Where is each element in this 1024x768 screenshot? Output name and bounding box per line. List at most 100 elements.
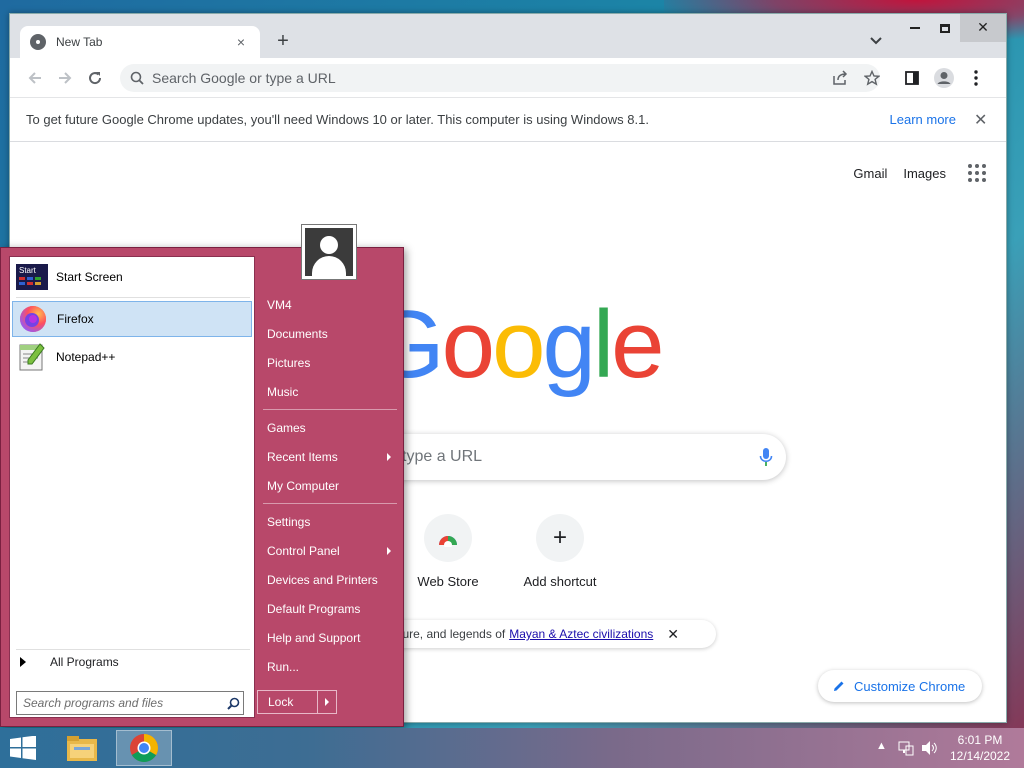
chrome-toolbar: Search Google or type a URL [10, 58, 1006, 98]
chrome-menu-button[interactable] [962, 64, 990, 92]
folder-icon [67, 736, 97, 761]
divider [263, 503, 397, 504]
infobar-close-icon[interactable]: ✕ [974, 110, 990, 130]
firefox-icon [17, 303, 49, 335]
volume-icon[interactable] [920, 740, 938, 756]
start-item-control-panel[interactable]: Control Panel [259, 538, 399, 564]
triangle-right-icon [20, 657, 26, 667]
forward-button[interactable] [50, 63, 80, 93]
search-icon[interactable] [223, 697, 243, 710]
taskbar-file-explorer[interactable] [54, 730, 110, 766]
firefox-label: Firefox [57, 312, 94, 326]
maximize-button[interactable] [930, 14, 960, 42]
side-panel-button[interactable] [898, 64, 926, 92]
google-logo: Google [370, 291, 665, 398]
star-icon [864, 70, 880, 86]
divider [263, 409, 397, 410]
start-item-music[interactable]: Music [259, 379, 399, 405]
start-item-devices-printers[interactable]: Devices and Printers [259, 567, 399, 593]
divider [16, 649, 250, 650]
search-icon [130, 71, 144, 85]
clock-time: 6:01 PM [957, 733, 1003, 747]
images-link[interactable]: Images [903, 166, 946, 181]
profile-button[interactable] [930, 64, 958, 92]
profile-avatar-icon [934, 68, 954, 88]
all-programs-label: All Programs [50, 655, 119, 669]
back-button[interactable] [20, 63, 50, 93]
start-item-help-support[interactable]: Help and Support [259, 625, 399, 651]
doodle-close-icon[interactable]: ✕ [667, 626, 679, 643]
windows-start-icon[interactable] [8, 736, 38, 760]
start-screen-item[interactable]: Start Start Screen [12, 259, 252, 295]
minimize-button[interactable] [900, 14, 930, 42]
kebab-menu-icon [974, 70, 978, 86]
divider [16, 297, 250, 298]
start-item-pictures[interactable]: Pictures [259, 350, 399, 376]
tab-title: New Tab [56, 35, 103, 49]
notepadpp-icon [16, 341, 48, 373]
pencil-icon [834, 681, 844, 691]
close-window-button[interactable]: ✕ [960, 14, 1006, 42]
ntp-search-placeholder: type a URL [402, 448, 483, 465]
google-apps-icon[interactable] [968, 164, 986, 182]
reload-icon [89, 71, 102, 84]
gmail-link[interactable]: Gmail [853, 166, 887, 181]
chrome-titlebar: New Tab × + ✕ [10, 14, 1006, 58]
shortcut-label: Web Store [417, 574, 479, 589]
taskbar: ▲ 6:01 PM 12/14/2022 [0, 728, 1024, 768]
network-icon[interactable] [898, 740, 914, 756]
new-tab-button[interactable]: + [272, 30, 294, 52]
tab-search-chevron-icon[interactable] [868, 34, 884, 48]
plus-icon: + [536, 514, 584, 562]
start-item-games[interactable]: Games [259, 415, 399, 441]
svg-text:Start: Start [19, 266, 37, 275]
bookmark-button[interactable] [858, 64, 886, 92]
share-button[interactable] [826, 64, 854, 92]
clock-date: 12/14/2022 [949, 749, 1011, 763]
infobar-message: To get future Google Chrome updates, you… [26, 112, 649, 127]
top-links: Gmail Images [853, 164, 986, 182]
shortcut-label: Add shortcut [523, 574, 597, 589]
shortcut-add[interactable]: + Add shortcut [504, 514, 616, 589]
user-avatar[interactable] [301, 224, 357, 280]
taskbar-chrome[interactable] [116, 730, 172, 766]
learn-more-link[interactable]: Learn more [890, 112, 956, 127]
start-menu-programs-pane: Start Start Screen Firefox Notepad++ All… [9, 256, 255, 718]
shortcut-web-store[interactable]: Web Store [392, 514, 504, 589]
web-store-icon [424, 514, 472, 562]
omnibox[interactable]: Search Google or type a URL [120, 64, 880, 92]
lock-button[interactable]: Lock [257, 690, 337, 714]
submenu-arrow-icon [387, 547, 391, 555]
notepadpp-item[interactable]: Notepad++ [12, 339, 252, 375]
lock-options-arrow-icon[interactable] [318, 691, 336, 713]
start-item-my-computer[interactable]: My Computer [259, 473, 399, 499]
start-item-vm4[interactable]: VM4 [259, 292, 399, 318]
tab-close-icon[interactable]: × [232, 34, 250, 50]
start-search-input[interactable]: Search programs and files [16, 691, 244, 715]
customize-chrome-button[interactable]: Customize Chrome [818, 670, 982, 702]
reload-button[interactable] [80, 63, 110, 93]
start-item-recent-items[interactable]: Recent Items [259, 444, 399, 470]
start-search-placeholder: Search programs and files [23, 696, 164, 710]
start-screen-label: Start Screen [56, 270, 123, 284]
tab-new-tab[interactable]: New Tab × [20, 26, 260, 58]
system-clock[interactable]: 6:01 PM 12/14/2022 [940, 732, 1020, 764]
start-item-documents[interactable]: Documents [259, 321, 399, 347]
submenu-arrow-icon [387, 453, 391, 461]
start-item-run[interactable]: Run... [259, 654, 399, 680]
all-programs-button[interactable]: All Programs [20, 655, 119, 669]
doodle-link[interactable]: Mayan & Aztec civilizations [509, 627, 653, 641]
update-infobar: To get future Google Chrome updates, you… [10, 98, 1006, 142]
firefox-item[interactable]: Firefox [12, 301, 252, 337]
chrome-icon [130, 734, 158, 762]
start-item-settings[interactable]: Settings [259, 509, 399, 535]
back-arrow-icon [28, 71, 41, 84]
start-item-default-programs[interactable]: Default Programs [259, 596, 399, 622]
share-icon [833, 70, 848, 85]
start-screen-icon: Start [16, 261, 48, 293]
side-panel-icon [905, 71, 919, 85]
forward-arrow-icon [59, 71, 72, 84]
show-hidden-icons-icon[interactable]: ▲ [876, 740, 887, 752]
chrome-favicon-icon [30, 34, 46, 50]
microphone-icon[interactable] [746, 447, 786, 467]
